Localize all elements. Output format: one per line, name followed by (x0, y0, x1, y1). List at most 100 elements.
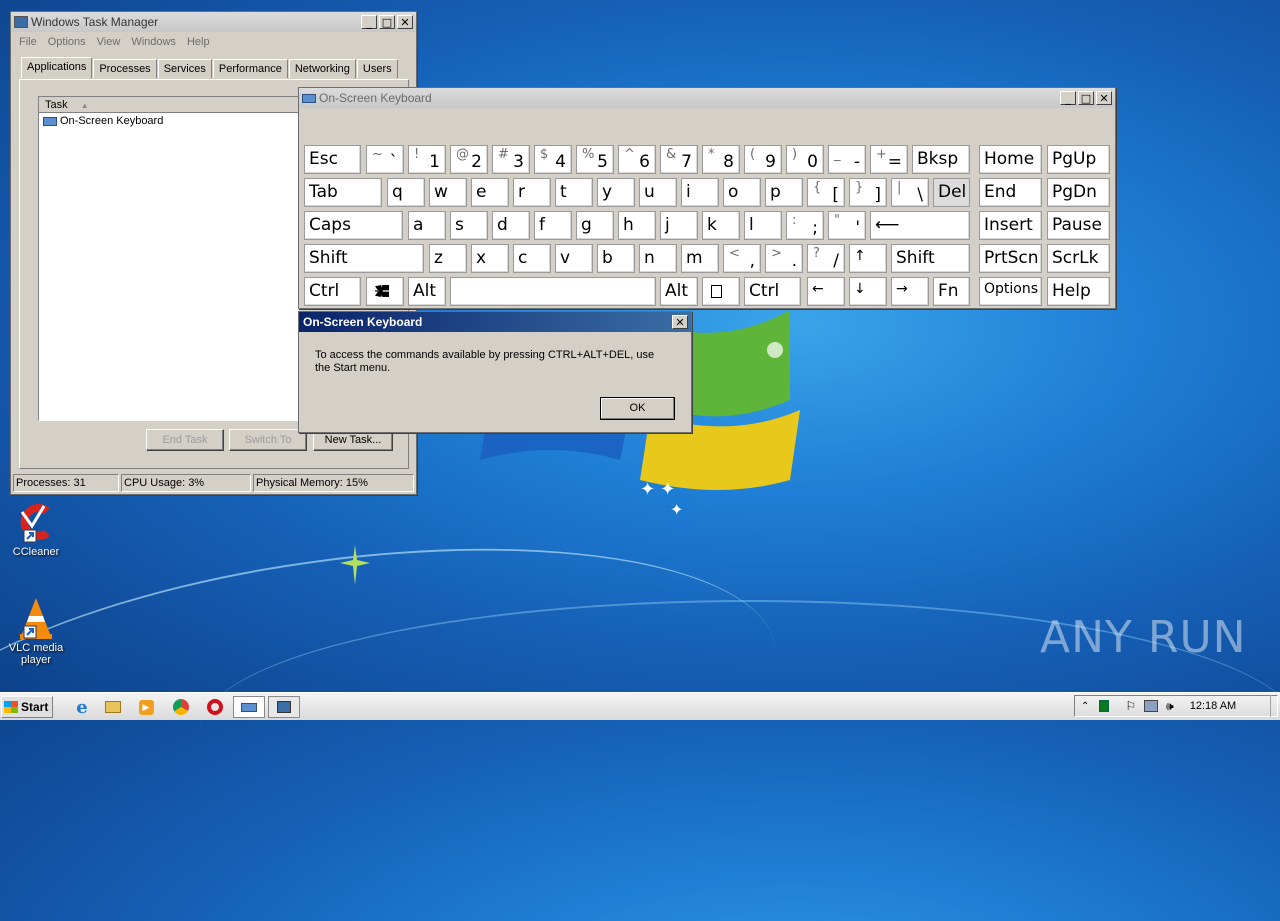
ie-icon[interactable]: e (72, 696, 92, 718)
key-sym-1[interactable]: }] (849, 178, 887, 207)
key-ctrl-right[interactable]: Ctrl (744, 277, 801, 306)
key-n[interactable]: n (639, 244, 677, 273)
key-4[interactable]: $4 (534, 145, 572, 174)
key-m[interactable]: m (681, 244, 719, 273)
key-space[interactable] (450, 277, 656, 306)
key-3[interactable]: #3 (492, 145, 530, 174)
osk-dialog[interactable]: On-Screen Keyboard ✕ To access the comma… (298, 311, 692, 433)
key-b[interactable]: b (597, 244, 635, 273)
key-sym-2[interactable]: | \ (891, 178, 929, 207)
key-o[interactable]: o (723, 178, 761, 207)
key-8[interactable]: * 8 (702, 145, 740, 174)
key-alt-right[interactable]: Alt (660, 277, 698, 306)
taskbar-taskmgr-button[interactable] (268, 696, 300, 718)
key-menu[interactable] (702, 277, 740, 306)
explorer-icon[interactable] (103, 696, 123, 718)
key-home[interactable]: Home (979, 145, 1042, 174)
desktop-icon-vlc[interactable]: VLC media player (2, 596, 70, 666)
switch-to-button[interactable]: Switch To (229, 429, 307, 451)
key-y[interactable]: y (597, 178, 635, 207)
key-c[interactable]: c (513, 244, 551, 273)
key-fn[interactable]: Fn (933, 277, 970, 306)
key-ctrl-left[interactable]: Ctrl (304, 277, 361, 306)
key-options[interactable]: Options (979, 277, 1042, 306)
desktop-icon-ccleaner[interactable]: CCleaner (2, 500, 70, 558)
menu-windows[interactable]: Windows (127, 34, 183, 50)
network-activity-icon[interactable] (1099, 700, 1110, 712)
tab-services[interactable]: Services (157, 59, 212, 78)
key-shift-left[interactable]: Shift (304, 244, 424, 273)
key-left[interactable]: ← (807, 277, 845, 306)
key-scrlk[interactable]: ScrLk (1047, 244, 1110, 273)
key-esc[interactable]: Esc (304, 145, 361, 174)
key-s[interactable]: s (450, 211, 488, 240)
key--[interactable]: _ - (828, 145, 866, 174)
tab-users[interactable]: Users (356, 59, 398, 78)
key-pgup[interactable]: PgUp (1047, 145, 1110, 174)
key-7[interactable]: & 7 (660, 145, 698, 174)
show-desktop-button[interactable] (1270, 695, 1278, 717)
media-player-icon[interactable]: ▶ (136, 696, 156, 718)
tab-applications[interactable]: Applications (21, 57, 93, 78)
key-u[interactable]: u (639, 178, 677, 207)
key-alt-left[interactable]: Alt (408, 277, 446, 306)
key-help[interactable]: Help (1047, 277, 1110, 306)
key-9[interactable]: (9 (744, 145, 782, 174)
key-down[interactable]: ↓ (849, 277, 887, 306)
menu-help[interactable]: Help (183, 34, 217, 50)
key-v[interactable]: v (555, 244, 593, 273)
action-center-flag-icon[interactable]: ⚐ (1125, 699, 1136, 713)
ok-button[interactable]: OK (600, 397, 675, 420)
key-=[interactable]: + = (870, 145, 908, 174)
list-item[interactable]: On-Screen Keyboard (39, 113, 299, 129)
key-tab[interactable]: Tab (304, 178, 382, 207)
key-1[interactable]: ! 1 (408, 145, 446, 174)
start-button[interactable]: Start (1, 696, 53, 718)
key-f[interactable]: f (534, 211, 572, 240)
key-i[interactable]: i (681, 178, 719, 207)
key-windows[interactable] (366, 277, 404, 306)
key-g[interactable]: g (576, 211, 614, 240)
key-sym4-0[interactable]: <, (723, 244, 761, 273)
menu-file[interactable]: File (15, 34, 44, 50)
tab-networking[interactable]: Networking (288, 59, 356, 78)
maximize-button[interactable]: □ (379, 15, 395, 29)
key-sym3-1[interactable]: " ' (828, 211, 866, 240)
key-r[interactable]: r (513, 178, 551, 207)
task-list[interactable]: Task ▲ On-Screen Keyboard (38, 96, 300, 421)
key-insert[interactable]: Insert (979, 211, 1042, 240)
close-button[interactable]: ✕ (397, 15, 413, 29)
opera-icon[interactable] (205, 696, 225, 718)
tab-processes[interactable]: Processes (93, 59, 157, 78)
key-t[interactable]: t (555, 178, 593, 207)
key-pgdn[interactable]: PgDn (1047, 178, 1110, 207)
key-sym4-1[interactable]: >. (765, 244, 803, 273)
show-hidden-icons-icon[interactable]: ⌃ (1081, 701, 1089, 712)
close-button[interactable]: ✕ (672, 315, 688, 329)
key-enter[interactable]: ⟵ (870, 211, 970, 240)
key-0[interactable]: ) 0 (786, 145, 824, 174)
key-2[interactable]: @2 (450, 145, 488, 174)
network-icon[interactable] (1144, 700, 1159, 712)
key-sym4-2[interactable]: ? / (807, 244, 845, 273)
key-l[interactable]: l (744, 211, 782, 240)
key-x[interactable]: x (471, 244, 509, 273)
taskbar-osk-button[interactable] (233, 696, 265, 718)
key-sym3-0[interactable]: :; (786, 211, 824, 240)
key-z[interactable]: z (429, 244, 467, 273)
key-up[interactable]: ↑ (849, 244, 887, 273)
key-end[interactable]: End (979, 178, 1042, 207)
key-right[interactable]: → (891, 277, 929, 306)
key-p[interactable]: p (765, 178, 803, 207)
tab-performance[interactable]: Performance (212, 59, 288, 78)
osk-window[interactable]: On-Screen Keyboard _ □ ✕ Esc ~ `! 1 @2 #3 $4% 5… (298, 87, 1116, 309)
key-pause[interactable]: Pause (1047, 211, 1110, 240)
key-a[interactable]: a (408, 211, 446, 240)
task-manager-titlebar[interactable]: Windows Task Manager _ □ ✕ (11, 12, 416, 32)
key-prtscn[interactable]: PrtScn (979, 244, 1042, 273)
key-del[interactable]: Del (933, 178, 970, 207)
clock[interactable]: 12:18 AM (1190, 700, 1236, 712)
key-5[interactable]: % 5 (576, 145, 614, 174)
dialog-titlebar[interactable]: On-Screen Keyboard ✕ (299, 312, 691, 332)
key-d[interactable]: d (492, 211, 530, 240)
